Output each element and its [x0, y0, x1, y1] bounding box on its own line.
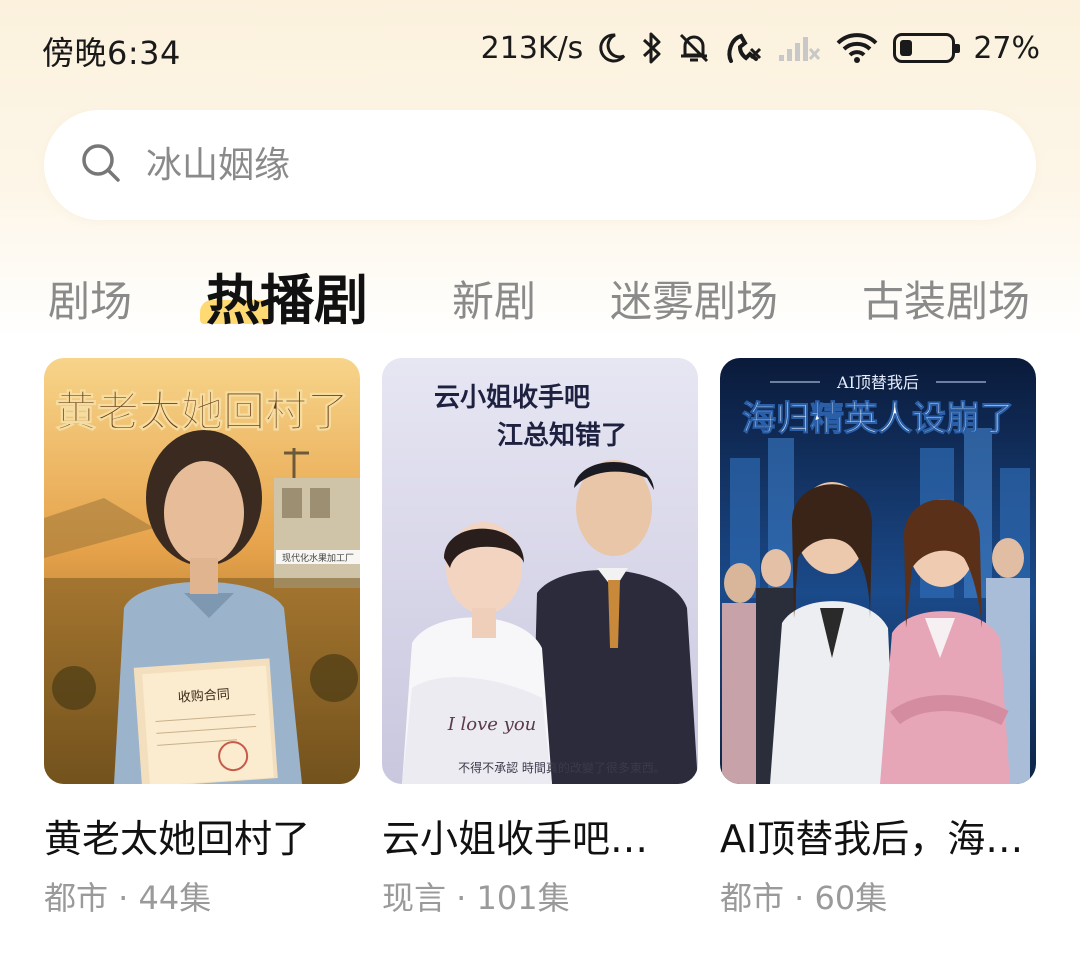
poster-subtitle-text: AI顶替我后 — [836, 373, 919, 392]
drama-title[interactable]: 黄老太她回村了 — [44, 808, 360, 863]
call-missed-icon — [725, 31, 763, 65]
signal-icon — [777, 33, 821, 63]
drama-card[interactable]: 云小姐收手吧 江总知错了 I love you 不得不承認 時間真的改變了很多東… — [382, 358, 698, 919]
tab-costume-theater[interactable]: 古装剧场 — [862, 268, 1030, 329]
moon-icon — [597, 32, 627, 64]
network-speed: 213K/s — [480, 30, 584, 66]
poster-caption-text: 不得不承認 時間真的改變了很多東西。 — [458, 760, 666, 775]
search-input[interactable] — [146, 144, 906, 186]
tab-new-dramas[interactable]: 新剧 — [452, 268, 536, 329]
poster-title-text: 海归精英人设崩了 — [742, 399, 1014, 439]
category-tabs: 剧场 热播剧 新剧 迷雾剧场 古装剧场 — [0, 250, 1080, 340]
battery-percent: 27% — [973, 30, 1040, 66]
tab-theater[interactable]: 剧场 — [48, 268, 132, 329]
drama-meta: 都市 · 44集 — [44, 879, 212, 917]
tab-hot-dramas[interactable]: 热播剧 — [206, 256, 368, 335]
search-icon — [80, 142, 122, 188]
drama-title[interactable]: 云小姐收手吧… — [382, 808, 698, 863]
bell-muted-icon — [677, 31, 711, 65]
poster-title-text: 黄老太她回村了 — [55, 387, 349, 436]
poster-title-line2: 江总知错了 — [497, 421, 627, 451]
status-bar: 傍晚6:34 213K/s 27% — [0, 0, 1080, 96]
poster-sign-text: 现代化水果加工厂 — [282, 552, 354, 564]
status-icons: 213K/s 27% — [481, 26, 1040, 70]
status-time: 傍晚6:34 — [42, 34, 181, 72]
drama-poster[interactable]: 云小姐收手吧 江总知错了 I love you 不得不承認 時間真的改變了很多東… — [382, 358, 698, 784]
drama-meta: 都市 · 60集 — [720, 879, 888, 917]
drama-poster[interactable]: AI顶替我后 海归精英人设崩了 — [720, 358, 1036, 784]
drama-card[interactable]: AI顶替我后 海归精英人设崩了 AI顶替我后，海… 都市 · 60集 — [720, 358, 1036, 919]
drama-poster[interactable]: 现代化水果加工厂 收购合同 黄老太她回村了 — [44, 358, 360, 784]
search-bar[interactable] — [44, 110, 1036, 220]
drama-title[interactable]: AI顶替我后，海… — [720, 808, 1036, 863]
drama-card[interactable]: 现代化水果加工厂 收购合同 黄老太她回村了 黄老太她回村了 都市 · 44集 — [44, 358, 360, 919]
wifi-icon — [835, 31, 879, 65]
battery-icon — [893, 33, 961, 63]
bluetooth-icon — [641, 31, 663, 65]
poster-title-line1: 云小姐收手吧 — [434, 383, 590, 413]
drama-grid: 现代化水果加工厂 收购合同 黄老太她回村了 黄老太她回村了 都市 · 44集 云… — [44, 358, 1036, 918]
poster-script-text: I love you — [447, 714, 537, 735]
tab-mystery-theater[interactable]: 迷雾剧场 — [610, 268, 778, 329]
drama-meta: 现言 · 101集 — [382, 879, 570, 917]
